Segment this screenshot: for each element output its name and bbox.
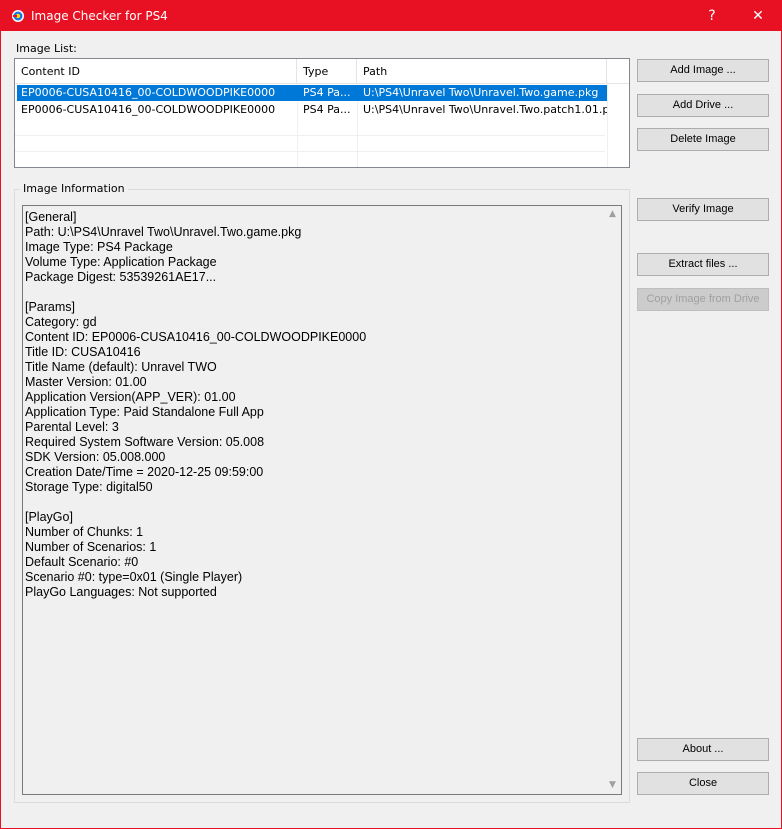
grid-divider xyxy=(15,135,605,136)
column-header-content-id[interactable]: Content ID xyxy=(15,59,297,84)
cell-content-id: EP0006-CUSA10416_00-COLDWOODPIKE0000 xyxy=(21,103,276,116)
info-line: Storage Type: digital50 xyxy=(25,480,153,494)
app-icon xyxy=(12,10,24,22)
info-line: Volume Type: Application Package xyxy=(25,255,217,269)
cell-path: U:\PS4\Unravel Two\Unravel.Two.patch1.01… xyxy=(363,103,607,116)
scroll-down-icon[interactable]: ▼ xyxy=(604,777,621,794)
add-drive-button[interactable]: Add Drive ... xyxy=(637,94,769,117)
copy-image-from-drive-button[interactable]: Copy Image from Drive xyxy=(637,288,769,311)
table-row[interactable]: EP0006-CUSA10416_00-COLDWOODPIKE0000 PS4… xyxy=(15,85,629,101)
info-line: Package Digest: 53539261AE17... xyxy=(25,270,217,284)
image-list-header: Content ID Type Path xyxy=(15,59,629,84)
info-line: Title ID: CUSA10416 xyxy=(25,345,141,359)
add-image-button[interactable]: Add Image ... xyxy=(637,59,769,82)
info-line: Application Type: Paid Standalone Full A… xyxy=(25,405,264,419)
info-lines: [General] Path: U:\PS4\Unravel Two\Unrave… xyxy=(25,210,600,600)
info-line: Parental Level: 3 xyxy=(25,420,119,434)
cell-type: PS4 Pa... xyxy=(303,103,351,116)
column-header-type[interactable]: Type xyxy=(297,59,357,84)
verify-image-button[interactable]: Verify Image xyxy=(637,198,769,221)
extract-files-button[interactable]: Extract files ... xyxy=(637,253,769,276)
info-line: Title Name (default): Unravel TWO xyxy=(25,360,217,374)
info-line: PlayGo Languages: Not supported xyxy=(25,585,217,599)
close-window-button[interactable]: ✕ xyxy=(735,1,781,31)
about-button[interactable]: About ... xyxy=(637,738,769,761)
grid-divider xyxy=(15,151,605,152)
cell-content-id: EP0006-CUSA10416_00-COLDWOODPIKE0000 xyxy=(21,86,276,99)
title-bar[interactable]: Image Checker for PS4 ? ✕ xyxy=(1,1,781,31)
info-line: Image Type: PS4 Package xyxy=(25,240,173,254)
info-line: Default Scenario: #0 xyxy=(25,555,139,569)
info-line: Number of Chunks: 1 xyxy=(25,525,144,539)
help-button[interactable]: ? xyxy=(689,1,735,31)
cell-path: U:\PS4\Unravel Two\Unravel.Two.game.pkg xyxy=(363,86,599,99)
scroll-up-icon[interactable]: ▲ xyxy=(604,206,621,223)
info-line: Required System Software Version: 05.008 xyxy=(25,435,265,449)
info-line: Application Version(APP_VER): 01.00 xyxy=(25,390,236,404)
delete-image-button[interactable]: Delete Image xyxy=(637,128,769,151)
cell-type: PS4 Pa... xyxy=(303,86,351,99)
info-line: [General] xyxy=(25,210,77,224)
info-line: Master Version: 01.00 xyxy=(25,375,147,389)
image-information-label: Image Information xyxy=(20,182,128,195)
vertical-scrollbar[interactable]: ▲ ▼ xyxy=(604,206,621,794)
info-line: SDK Version: 05.008.000 xyxy=(25,450,166,464)
table-row[interactable]: EP0006-CUSA10416_00-COLDWOODPIKE0000 PS4… xyxy=(15,102,629,118)
info-line: [PlayGo] xyxy=(25,510,73,524)
column-header-path[interactable]: Path xyxy=(357,59,607,84)
info-line: Content ID: EP0006-CUSA10416_00-COLDWOOD… xyxy=(25,330,367,344)
image-list-label: Image List: xyxy=(16,42,77,55)
image-list[interactable]: Content ID Type Path EP0006-CUSA10416_00… xyxy=(14,58,630,168)
info-line: Path: U:\PS4\Unravel Two\Unravel.Two.gam… xyxy=(25,225,302,239)
close-button[interactable]: Close xyxy=(637,772,769,795)
info-line: Scenario #0: type=0x01 (Single Player) xyxy=(25,570,243,584)
image-information-text[interactable]: [General] Path: U:\PS4\Unravel Two\Unrave… xyxy=(22,205,622,795)
window-title: Image Checker for PS4 xyxy=(31,9,168,23)
info-line: Creation Date/Time = 2020-12-25 09:59:00 xyxy=(25,465,264,479)
app-window: Image Checker for PS4 ? ✕ Image List: Co… xyxy=(0,0,782,829)
info-line: Number of Scenarios: 1 xyxy=(25,540,157,554)
info-line: Category: gd xyxy=(25,315,97,329)
info-line: [Params] xyxy=(25,300,76,314)
